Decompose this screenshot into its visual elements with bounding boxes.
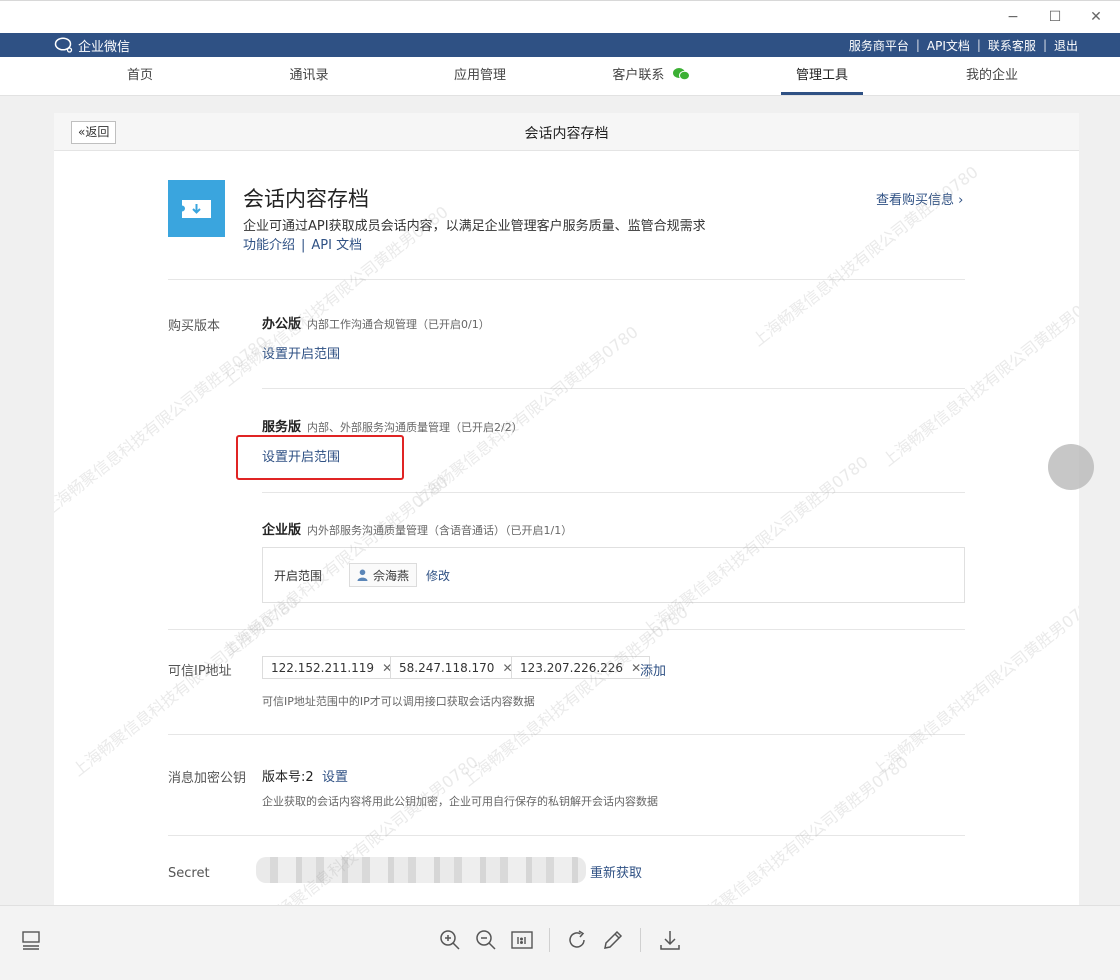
edition-service-name: 服务版 [262, 420, 302, 435]
maximize-button[interactable]: ☐ [1041, 7, 1069, 27]
divider [262, 388, 965, 389]
wecom-logo-icon [54, 37, 73, 53]
minimize-button[interactable]: − [999, 7, 1027, 27]
member-tag: 佘海燕 [349, 563, 418, 587]
nav-home[interactable]: 首页 [110, 57, 170, 95]
edition-enterprise-desc: 内外部服务沟通质量管理（含语音通话）（已开启1/1） [307, 524, 573, 537]
wechat-icon [672, 68, 690, 81]
ip-address: 122.152.211.119 [271, 660, 375, 675]
watermark: 上海畅聚信息科技有限公司黄胜男0780 [408, 322, 642, 511]
link-api-docs[interactable]: API文档 [927, 37, 970, 54]
archive-app-icon [168, 180, 225, 237]
nav-contacts[interactable]: 通讯录 [279, 57, 339, 95]
nav-customer-contact[interactable]: 客户联系 [606, 57, 696, 95]
window-titlebar: − ☐ ✕ [0, 0, 1120, 33]
edition-office-desc: 内部工作沟通合规管理（已开启0/1） [307, 318, 490, 331]
secret-label: Secret [168, 866, 210, 881]
secret-value-blurred [256, 857, 586, 883]
watermark: 上海畅聚信息科技有限公司黄胜男0780 [54, 332, 272, 521]
regenerate-secret-link[interactable]: 重新获取 [590, 862, 642, 881]
nav-my-company[interactable]: 我的企业 [958, 57, 1026, 95]
link-logout[interactable]: 退出 [1054, 37, 1078, 54]
page-title: 会话内容存档 [524, 126, 609, 142]
range-label: 开启范围 [274, 569, 323, 583]
link-service-platform[interactable]: 服务商平台 [849, 37, 909, 54]
app-links: 功能介绍 | API 文档 [243, 234, 362, 253]
red-highlight-box [236, 435, 404, 480]
office-set-range-link[interactable]: 设置开启范围 [262, 343, 340, 362]
app-description: 企业可通过API获取成员会话内容，以满足企业管理客户服务质量、监管合规需求 [243, 219, 706, 234]
main-nav: 首页 通讯录 应用管理 客户联系 管理工具 我的企业 [0, 57, 1120, 96]
link-feature-intro[interactable]: 功能介绍 [243, 238, 295, 253]
divider [262, 492, 965, 493]
logo-text: 企业微信 [78, 39, 131, 55]
watermark: 上海畅聚信息科技有限公司黄胜男0780 [678, 752, 912, 905]
watermark: 上海畅聚信息科技有限公司黄胜男0780 [748, 162, 982, 351]
edition-enterprise: 企业版 内外部服务沟通质量管理（含语音通话）（已开启1/1） [262, 519, 572, 538]
watermark: 上海畅聚信息科技有限公司黄胜男0780 [68, 592, 302, 781]
wecom-logo[interactable]: 企业微信 [54, 33, 130, 57]
download-icon[interactable] [657, 927, 683, 953]
close-button[interactable]: ✕ [1082, 7, 1110, 27]
divider: | [301, 238, 306, 253]
edit-pencil-icon[interactable] [600, 927, 626, 953]
ip-address: 58.247.118.170 [399, 660, 495, 675]
actual-size-icon[interactable] [509, 927, 535, 953]
purchase-info-link[interactable]: 查看购买信息 › [876, 189, 963, 208]
ip-address: 123.207.226.226 [520, 660, 624, 675]
key-version: 版本号:2 [262, 770, 314, 785]
edition-office-name: 办公版 [262, 317, 302, 332]
link-api-doc[interactable]: API 文档 [311, 238, 362, 253]
trusted-ip-hint: 可信IP地址范围中的IP才可以调用接口获取会话内容数据 [262, 695, 535, 708]
member-name: 佘海燕 [373, 568, 410, 583]
ip-tag: 58.247.118.170 ✕ [390, 656, 522, 679]
app-name: 会话内容存档 [243, 187, 369, 211]
divider [549, 928, 550, 952]
nav-customer-contact-label: 客户联系 [612, 68, 665, 83]
viewer-toolbar [0, 905, 1120, 980]
divider [168, 734, 965, 735]
link-contact-support[interactable]: 联系客服 [988, 37, 1036, 54]
set-key-link[interactable]: 设置 [322, 766, 348, 785]
watermark: 上海畅聚信息科技有限公司黄胜男0780 [638, 452, 872, 641]
encryption-key-label: 消息加密公钥 [168, 771, 247, 786]
edition-enterprise-name: 企业版 [262, 523, 302, 538]
divider [168, 279, 965, 280]
watermark: 上海畅聚信息科技有限公司黄胜男0780 [868, 592, 1079, 781]
trusted-ip-label: 可信IP地址 [168, 664, 232, 679]
ip-tag: 122.152.211.119 ✕ [262, 656, 402, 679]
ip-tag: 123.207.226.226 ✕ [511, 656, 651, 679]
side-float-button[interactable] [1048, 444, 1094, 490]
zoom-in-icon[interactable] [437, 927, 463, 953]
divider: | [915, 38, 920, 52]
thumbnail-panel-icon[interactable] [18, 927, 44, 953]
nav-admin-tools[interactable]: 管理工具 [781, 57, 863, 95]
panel-header: «返回 会话内容存档 [54, 113, 1079, 151]
add-ip-link[interactable]: 添加 [640, 660, 666, 679]
rotate-icon[interactable] [564, 927, 590, 953]
purchase-label: 购买版本 [168, 319, 221, 334]
divider: | [1042, 38, 1047, 52]
modify-range-link[interactable]: 修改 [426, 567, 450, 584]
edition-service: 服务版 内部、外部服务沟通质量管理（已开启2/2） [262, 416, 523, 435]
user-icon [357, 569, 368, 581]
nav-app-management[interactable]: 应用管理 [444, 57, 516, 95]
top-links: 服务商平台 | API文档 | 联系客服 | 退出 [849, 33, 1078, 57]
watermark: 上海畅聚信息科技有限公司黄胜男0780 [878, 282, 1079, 471]
edition-service-desc: 内部、外部服务沟通质量管理（已开启2/2） [307, 421, 523, 434]
edition-office: 办公版 内部工作沟通合规管理（已开启0/1） [262, 313, 490, 332]
app-header: 企业微信 服务商平台 | API文档 | 联系客服 | 退出 [0, 33, 1120, 57]
divider [168, 629, 965, 630]
divider [168, 835, 965, 836]
divider: | [976, 38, 981, 52]
divider [640, 928, 641, 952]
enterprise-range-box: 开启范围 佘海燕 修改 [262, 547, 965, 603]
encryption-hint: 企业获取的会话内容将用此公钥加密，企业可用自行保存的私钥解开会话内容数据 [262, 795, 658, 808]
content-panel: «返回 会话内容存档 会话内容存档 企业可通过API获取成员会话内容，以满足企业… [54, 113, 1079, 905]
zoom-out-icon[interactable] [473, 927, 499, 953]
